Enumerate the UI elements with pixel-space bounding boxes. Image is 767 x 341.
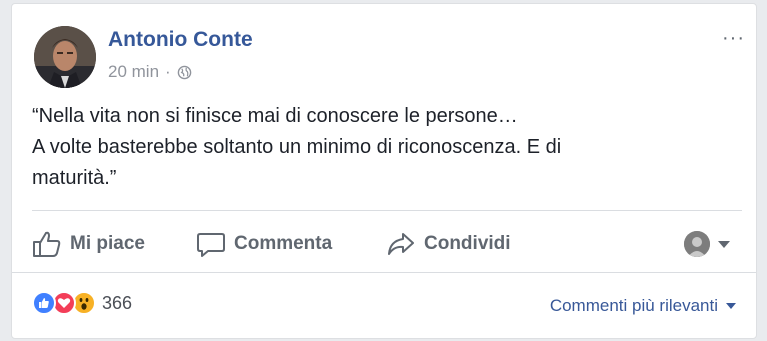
reactions-summary[interactable]: 366 [32, 291, 132, 315]
like-reaction-icon [32, 291, 56, 315]
share-arrow-icon [386, 230, 416, 258]
author-avatar[interactable] [34, 26, 96, 88]
comments-sort-dropdown[interactable]: Commenti più rilevanti [550, 296, 736, 316]
footer-divider [12, 272, 756, 273]
post-as-selector[interactable] [684, 231, 730, 257]
content-divider [32, 210, 742, 211]
comment-bubble-icon [196, 230, 226, 258]
globe-icon[interactable] [177, 65, 192, 80]
like-label: Mi piace [70, 233, 145, 254]
share-label: Condividi [424, 233, 511, 254]
comment-label: Commenta [234, 233, 333, 254]
comment-button[interactable]: Commenta [196, 228, 332, 260]
caret-down-icon [726, 303, 736, 309]
post-options-button[interactable]: ··· [722, 28, 745, 48]
post-timestamp[interactable]: 20 min [108, 62, 159, 82]
share-button[interactable]: Condividi [386, 228, 511, 260]
post-text-line: “Nella vita non si finisce mai di conosc… [32, 105, 518, 127]
post-footer: 366 Commenti più rilevanti [12, 276, 756, 331]
action-bar: Mi piace Commenta Condividi [12, 222, 756, 266]
reaction-count: 366 [102, 292, 133, 313]
post-meta: 20 min · [108, 62, 192, 82]
post-card: Antonio Conte 20 min · ··· “Nella vita n… [11, 3, 757, 339]
post-text-line: A volte basterebbe soltanto un minimo di… [32, 136, 562, 158]
post-text-line: maturità.” [32, 167, 117, 189]
chevron-down-icon [718, 240, 730, 248]
post-text: “Nella vita non si finisce mai di conosc… [32, 101, 732, 194]
comments-sort-label: Commenti più rilevanti [549, 296, 718, 315]
thumbs-up-icon [32, 230, 62, 258]
profile-photo [34, 26, 96, 88]
author-name[interactable]: Antonio Conte [108, 28, 253, 52]
meta-separator: · [165, 62, 171, 81]
like-button[interactable]: Mi piace [32, 228, 145, 260]
viewer-avatar [684, 231, 710, 257]
